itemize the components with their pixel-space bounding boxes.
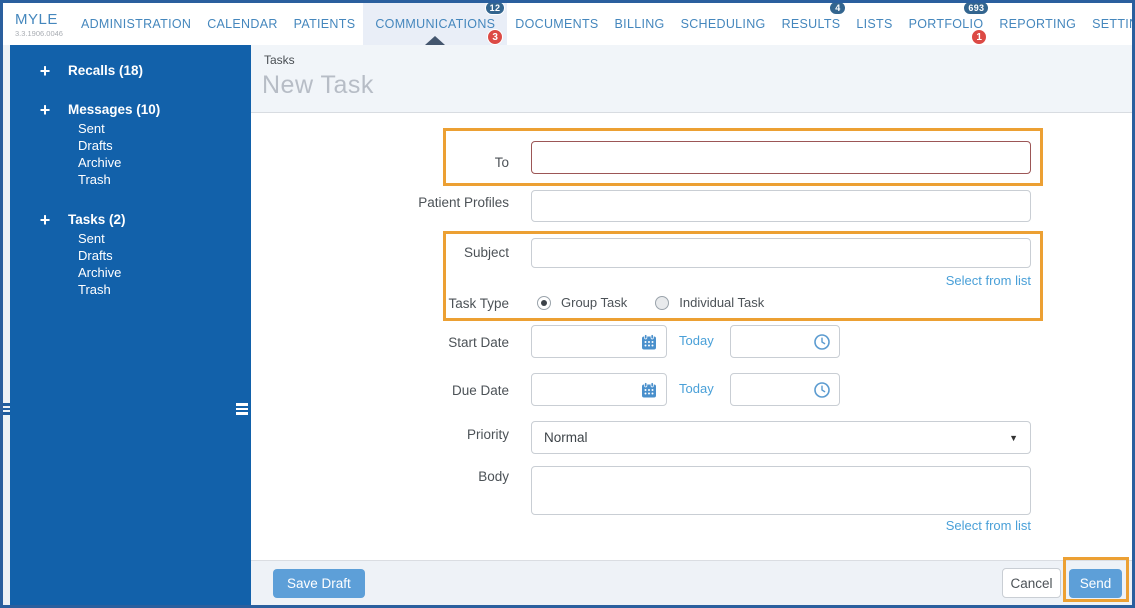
start-date-today-link[interactable]: Today	[679, 333, 714, 348]
calendar-icon[interactable]	[641, 382, 657, 398]
nav-item-administration[interactable]: ADMINISTRATION	[73, 3, 199, 45]
group-task-radio[interactable]	[537, 295, 551, 310]
priority-label: Priority	[466, 427, 509, 442]
portfolio-alert-badge: 1	[971, 29, 988, 45]
sidebar-item-tasks-drafts[interactable]: Drafts	[78, 247, 251, 264]
nav-item-settings[interactable]: SETTINGS	[1084, 3, 1132, 45]
nav-item-lists[interactable]: LISTS	[848, 3, 900, 45]
nav-item-patients[interactable]: PATIENTS	[286, 3, 364, 45]
sidebar-section-label: Messages (10)	[68, 102, 161, 117]
nav-item-label: ADMINISTRATION	[80, 17, 192, 31]
communications-alert-badge: 3	[487, 29, 504, 45]
nav-item-label: PORTFOLIO	[908, 17, 984, 31]
nav-item-label: RESULTS	[781, 17, 841, 31]
nav-item-label: LISTS	[856, 17, 893, 31]
expand-plus-icon[interactable]: +	[30, 211, 60, 229]
nav-item-label: COMMUNICATIONS	[375, 17, 496, 31]
sidebar-item-messages[interactable]: + Messages (10)	[10, 101, 251, 119]
clock-icon[interactable]	[814, 382, 830, 398]
individual-task-option-label[interactable]: Individual Task	[679, 295, 764, 310]
sidebar-item-tasks[interactable]: + Tasks (2)	[10, 211, 251, 229]
calendar-icon[interactable]	[641, 334, 657, 350]
top-navigation: MYLE 3.3.1906.0046 ADMINISTRATION CALEND…	[3, 3, 1132, 45]
nav-item-label: DOCUMENTS	[515, 17, 599, 31]
portfolio-count-badge: 693	[963, 3, 990, 15]
priority-select[interactable]: Normal ▼	[531, 421, 1031, 454]
to-field[interactable]	[531, 141, 1031, 174]
nav-item-label: REPORTING	[999, 17, 1077, 31]
content-header: Tasks New Task	[251, 45, 1132, 113]
start-date-field[interactable]	[531, 325, 667, 358]
task-type-label: Task Type	[448, 296, 509, 311]
app-version: 3.3.1906.0046	[15, 28, 63, 38]
sidebar-item-tasks-trash[interactable]: Trash	[78, 281, 251, 298]
send-button[interactable]: Send	[1069, 569, 1122, 598]
app-logo[interactable]: MYLE 3.3.1906.0046	[3, 3, 73, 45]
nav-item-communications[interactable]: COMMUNICATIONS 12 3	[363, 3, 508, 45]
clock-icon[interactable]	[814, 334, 830, 350]
start-date-label: Start Date	[448, 335, 509, 350]
resize-grip-icon[interactable]	[236, 403, 248, 415]
due-time-field[interactable]	[730, 373, 840, 406]
save-draft-button[interactable]: Save Draft	[273, 569, 365, 598]
sidebar-item-tasks-sent[interactable]: Sent	[78, 230, 251, 247]
nav-item-calendar[interactable]: CALENDAR	[199, 3, 285, 45]
nav-item-label: CALENDAR	[207, 17, 278, 31]
nav-item-label: BILLING	[614, 17, 665, 31]
start-time-field[interactable]	[730, 325, 840, 358]
form-footer: Save Draft Cancel Send	[251, 560, 1132, 605]
patient-profiles-label: Patient Profiles	[418, 195, 509, 210]
sidebar-item-recalls[interactable]: + Recalls (18)	[10, 62, 251, 80]
sidebar-item-tasks-archive[interactable]: Archive	[78, 264, 251, 281]
nav-item-reporting[interactable]: REPORTING	[991, 3, 1084, 45]
subject-select-from-list-link[interactable]: Select from list	[531, 273, 1031, 288]
sidebar-item-messages-archive[interactable]: Archive	[78, 154, 251, 171]
group-task-option-label[interactable]: Group Task	[561, 295, 627, 310]
subject-field[interactable]	[531, 238, 1031, 268]
sidebar-section-label: Recalls (18)	[68, 63, 144, 78]
nav-item-label: PATIENTS	[293, 17, 356, 31]
priority-selected-value: Normal	[544, 430, 588, 445]
individual-task-radio[interactable]	[655, 295, 670, 310]
communications-count-badge: 12	[484, 3, 506, 15]
nav-item-results[interactable]: RESULTS 4	[774, 3, 849, 45]
main-content: Tasks New Task To Patient Profiles Subje…	[251, 45, 1132, 605]
body-label: Body	[478, 469, 509, 484]
due-date-field[interactable]	[531, 373, 667, 406]
nav-item-portfolio[interactable]: PORTFOLIO 693 1	[901, 3, 992, 45]
sidebar-section-label: Tasks (2)	[68, 212, 126, 227]
to-label: To	[494, 155, 509, 170]
nav-item-documents[interactable]: DOCUMENTS	[507, 3, 606, 45]
page-title: New Task	[262, 71, 374, 99]
breadcrumb: Tasks	[264, 53, 295, 67]
nav-item-scheduling[interactable]: SCHEDULING	[673, 3, 774, 45]
expand-plus-icon[interactable]: +	[30, 101, 60, 119]
sidebar-item-messages-drafts[interactable]: Drafts	[78, 137, 251, 154]
body-select-from-list-link[interactable]: Select from list	[531, 518, 1031, 533]
results-count-badge: 4	[829, 3, 847, 15]
due-date-today-link[interactable]: Today	[679, 381, 714, 396]
body-field[interactable]	[531, 466, 1031, 515]
sidebar-resize-strip[interactable]	[3, 45, 10, 605]
sidebar-item-messages-sent[interactable]: Sent	[78, 120, 251, 137]
due-date-label: Due Date	[451, 383, 509, 398]
active-tab-arrow-icon	[425, 36, 446, 45]
patient-profiles-field[interactable]	[531, 190, 1031, 222]
sidebar-item-messages-trash[interactable]: Trash	[78, 171, 251, 188]
subject-label: Subject	[463, 245, 509, 260]
app-window: MYLE 3.3.1906.0046 ADMINISTRATION CALEND…	[0, 0, 1135, 608]
app-name: MYLE	[15, 10, 58, 28]
nav-item-billing[interactable]: BILLING	[607, 3, 673, 45]
resize-grip-icon[interactable]	[3, 403, 10, 415]
nav-item-label: SCHEDULING	[680, 17, 766, 31]
cancel-button[interactable]: Cancel	[1002, 568, 1061, 598]
nav-item-label: SETTINGS	[1092, 17, 1132, 31]
expand-plus-icon[interactable]: +	[30, 62, 60, 80]
dropdown-arrow-icon: ▼	[1009, 433, 1018, 443]
communications-sidebar: + Recalls (18) + Messages (10) Sent Draf…	[10, 45, 251, 605]
